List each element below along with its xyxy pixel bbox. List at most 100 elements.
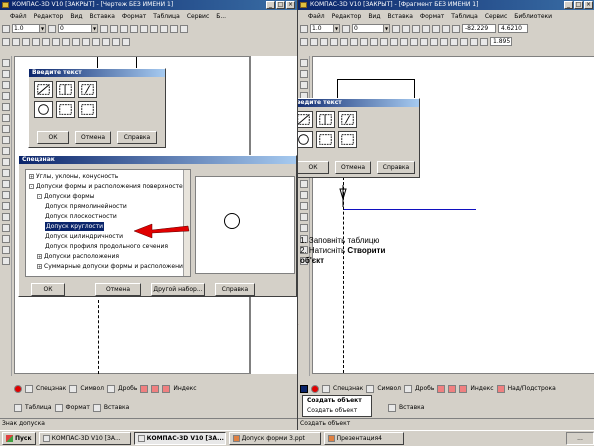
fraction-label[interactable]: Дробь <box>118 385 137 392</box>
tree-item[interactable]: Допуск прямолинейности <box>45 202 127 211</box>
straightness-symbol-button[interactable] <box>298 111 313 128</box>
menu-view[interactable]: Вид <box>70 13 82 20</box>
fraction-label[interactable]: Дробь <box>415 385 434 392</box>
menu-file[interactable]: Файл <box>10 13 27 20</box>
save-icon[interactable] <box>22 37 30 46</box>
geometry-icon[interactable] <box>1 59 10 67</box>
cylindricity-symbol-button[interactable] <box>56 101 75 118</box>
coord-y-field[interactable]: 4.6210 <box>498 24 528 33</box>
start-button[interactable]: Пуск <box>2 432 36 445</box>
fraction-icon[interactable] <box>459 384 468 393</box>
tool-icon[interactable] <box>402 24 410 33</box>
dimension-icon[interactable] <box>299 70 308 78</box>
fraction-icon[interactable] <box>140 384 149 393</box>
fraction-icon[interactable] <box>162 384 171 393</box>
menu-insert[interactable]: Вставка <box>387 13 412 20</box>
dimension-icon[interactable] <box>1 70 10 78</box>
index-label[interactable]: Индекс <box>470 385 493 392</box>
measure-icon[interactable] <box>1 114 10 122</box>
new-icon[interactable] <box>2 37 10 46</box>
spec-icon[interactable] <box>1 136 10 144</box>
tool-icon[interactable] <box>430 37 438 46</box>
tool-icon[interactable] <box>130 24 138 33</box>
tree-item[interactable]: + Суммарные допуски формы и расположения <box>37 262 187 271</box>
ab-icon[interactable] <box>106 384 115 393</box>
tool-icon[interactable] <box>2 24 10 33</box>
tree-item[interactable]: + Допуски расположения <box>37 252 119 261</box>
tree-item[interactable]: - Допуски формы и расположения поверхност… <box>29 182 187 191</box>
tool-icon[interactable] <box>300 24 308 33</box>
menu-file[interactable]: Файл <box>308 13 325 20</box>
special-ok-button[interactable]: ОК <box>31 283 65 296</box>
new-icon[interactable] <box>300 37 308 46</box>
other-set-button[interactable]: Другой набор... <box>151 283 205 296</box>
tool-icon[interactable] <box>450 37 458 46</box>
tool-icon[interactable] <box>1 246 10 254</box>
tree-item[interactable]: + Углы, уклоны, конусность <box>29 172 118 181</box>
layer-combo[interactable]: 0 ▼ <box>352 24 390 33</box>
roundness-symbol-button[interactable] <box>34 101 53 118</box>
stop-icon[interactable] <box>14 384 22 393</box>
taskbar-item-kompas-1[interactable]: КОМПАС-3D V10 [ЗА... <box>38 432 131 445</box>
tool-icon[interactable] <box>120 24 128 33</box>
tab-table[interactable]: Таблица <box>25 404 52 411</box>
menu-table[interactable]: Таблица <box>153 13 180 20</box>
tree-item[interactable]: Допуск круглости <box>45 222 104 231</box>
symbol-label[interactable]: Символ <box>80 385 104 392</box>
special-help-button[interactable]: Справка <box>215 283 255 296</box>
tree-item[interactable]: Допуск цилиндричности <box>45 232 123 241</box>
tree-item[interactable]: Допуск плоскостности <box>45 212 117 221</box>
symbol-icon[interactable] <box>366 384 375 393</box>
tool-icon[interactable] <box>82 37 90 46</box>
straightness-symbol-button[interactable] <box>34 81 53 98</box>
paste-icon[interactable] <box>360 37 368 46</box>
symbol-icon[interactable] <box>299 81 308 89</box>
profile-symbol-button[interactable] <box>338 131 357 148</box>
tool-icon[interactable] <box>102 37 110 46</box>
dialog-cancel-button[interactable]: Отмена <box>335 161 371 174</box>
expand-icon[interactable]: + <box>37 254 42 259</box>
flatness-symbol-button[interactable] <box>56 81 75 98</box>
taskbar-item-presentation[interactable]: Презентация4 <box>323 432 404 445</box>
tool-icon[interactable] <box>170 24 178 33</box>
open-icon[interactable] <box>12 37 20 46</box>
tree-item[interactable]: Допуск профиля продольного сечения <box>45 242 168 251</box>
menu-service[interactable]: Сервис <box>187 13 209 20</box>
expand-icon[interactable]: + <box>37 264 42 269</box>
close-button[interactable]: × <box>584 1 593 9</box>
print-icon[interactable] <box>330 37 338 46</box>
special-sign-label[interactable]: Спецзнак <box>333 385 363 392</box>
dialog-help-button[interactable]: Справка <box>117 131 157 144</box>
tool-icon[interactable] <box>380 37 388 46</box>
profile-symbol-button[interactable] <box>78 101 97 118</box>
tool-icon[interactable] <box>160 24 168 33</box>
open-icon[interactable] <box>310 37 318 46</box>
symbol-label[interactable]: Символ <box>377 385 401 392</box>
fraction-icon[interactable] <box>448 384 457 393</box>
tool-icon[interactable] <box>412 24 420 33</box>
tool-icon[interactable] <box>299 224 308 232</box>
menu-editor[interactable]: Редактор <box>332 13 362 20</box>
stop-icon[interactable] <box>311 384 319 393</box>
menu-view[interactable]: Вид <box>368 13 380 20</box>
tool-icon[interactable] <box>432 24 440 33</box>
dialog-cancel-button[interactable]: Отмена <box>75 131 111 144</box>
tool-icon[interactable] <box>112 37 120 46</box>
tool-icon[interactable] <box>150 24 158 33</box>
save-icon[interactable] <box>320 37 328 46</box>
zoom-field[interactable]: 1.895 <box>490 37 512 46</box>
create-object-button[interactable] <box>300 384 308 393</box>
parallelogram-symbol-button[interactable] <box>78 81 97 98</box>
over-sub-label[interactable]: Над/Подстрока <box>508 385 556 392</box>
parallelogram-symbol-button[interactable] <box>338 111 357 128</box>
tool-icon[interactable] <box>480 37 488 46</box>
menu-insert[interactable]: Вставка <box>89 13 114 20</box>
layer-icon[interactable] <box>48 24 56 33</box>
special-cancel-button[interactable]: Отмена <box>95 283 141 296</box>
tool-icon[interactable] <box>410 37 418 46</box>
collapse-icon[interactable]: - <box>29 184 34 189</box>
tool-icon[interactable] <box>1 235 10 243</box>
print-icon[interactable] <box>32 37 40 46</box>
tab-insert[interactable]: Вставка <box>104 404 129 411</box>
index-label[interactable]: Индекс <box>173 385 196 392</box>
